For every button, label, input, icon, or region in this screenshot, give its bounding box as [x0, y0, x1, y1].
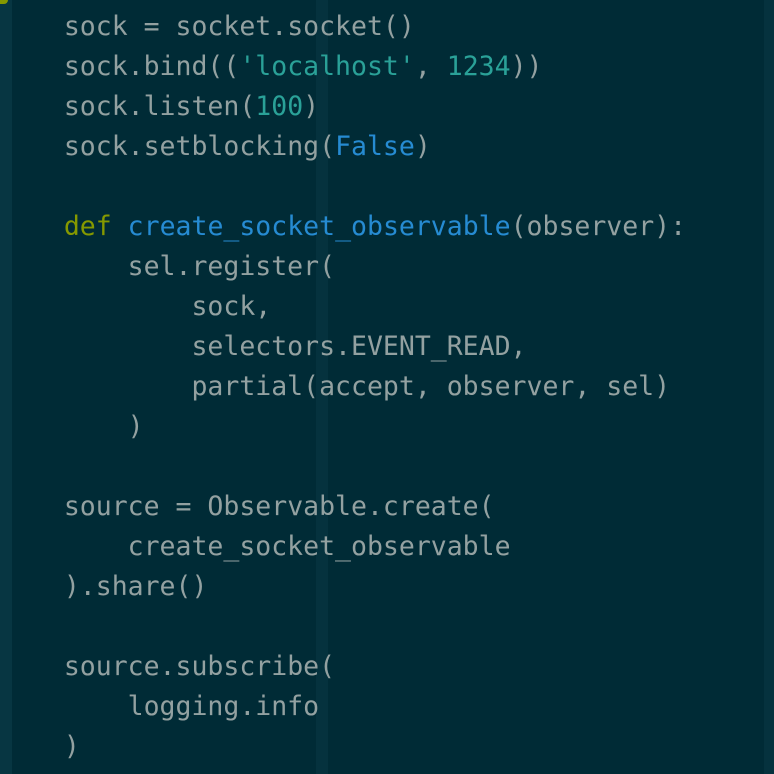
code-token: ) [414, 131, 431, 162]
code-token: (observer): [510, 211, 687, 242]
code-line[interactable] [0, 167, 686, 207]
code-token: 'localhost' [239, 51, 415, 82]
code-line[interactable] [0, 607, 686, 647]
code-token: def [63, 211, 112, 242]
code-line[interactable]: ) [0, 407, 686, 447]
code-line[interactable]: sel.register( [0, 247, 686, 287]
code-token: False [335, 131, 415, 162]
code-token: )) [510, 51, 543, 82]
code-token: source.subscribe( [63, 651, 336, 682]
code-line[interactable]: create_socket_observable [0, 527, 686, 567]
code-line[interactable] [0, 447, 686, 487]
indent-guide-right [764, 0, 774, 774]
code-token: logging.info [127, 691, 320, 722]
code-token: create_socket_observable [127, 211, 511, 242]
code-token: sock.bind(( [63, 51, 240, 82]
code-token: sock.listen( [63, 91, 256, 122]
code-line[interactable]: logging.info [0, 687, 686, 727]
code-token: create_socket_observable [127, 531, 511, 562]
code-text-area[interactable]: sock = socket.socket() sock.bind(('local… [0, 7, 686, 767]
code-line[interactable]: sock.bind(('localhost', 1234)) [0, 47, 686, 87]
code-line[interactable]: sock, [0, 287, 686, 327]
code-token: ) [303, 91, 320, 122]
code-token: sock, [191, 291, 272, 322]
code-token: sock.setblocking( [63, 131, 336, 162]
code-line[interactable]: def create_socket_observable(observer): [0, 207, 686, 247]
code-line[interactable]: selectors.EVENT_READ, [0, 327, 686, 367]
code-token: partial(accept, observer, sel) [191, 371, 671, 402]
code-token: source = Observable.create( [63, 491, 495, 522]
code-line[interactable]: source.subscribe( [0, 647, 686, 687]
code-line[interactable]: sock = socket.socket() [0, 7, 686, 47]
code-token: sel.register( [127, 251, 336, 282]
code-token: ).share() [63, 571, 208, 602]
code-editor[interactable]: sock = socket.socket() sock.bind(('local… [0, 0, 774, 774]
code-line[interactable]: source = Observable.create( [0, 487, 686, 527]
code-token: sock = socket.socket() [63, 11, 415, 42]
code-line[interactable]: ).share() [0, 567, 686, 607]
code-line[interactable]: partial(accept, observer, sel) [0, 367, 686, 407]
code-token: 100 [255, 91, 304, 122]
code-token: 1234 [446, 51, 511, 82]
code-line[interactable]: sock.listen(100) [0, 87, 686, 127]
code-line[interactable]: ) [0, 727, 686, 767]
code-token: , [414, 51, 447, 82]
code-token: ) [63, 731, 80, 762]
code-line[interactable]: sock.setblocking(False) [0, 127, 686, 167]
code-token: selectors.EVENT_READ, [191, 331, 527, 362]
code-token: ) [127, 411, 144, 442]
